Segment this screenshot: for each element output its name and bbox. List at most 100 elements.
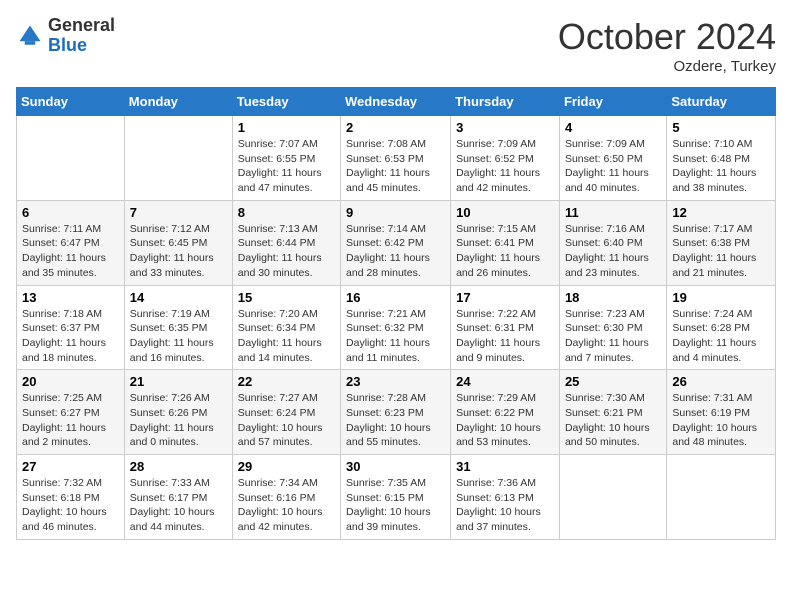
day-number: 20: [22, 374, 119, 389]
calendar-table: Sunday Monday Tuesday Wednesday Thursday…: [16, 87, 776, 540]
day-cell-3-1: 13Sunrise: 7:18 AM Sunset: 6:37 PM Dayli…: [17, 285, 125, 370]
day-number: 24: [456, 374, 554, 389]
day-cell-3-3: 15 Sunrise: 7:20 AM Sunset: 6:34 PM Dayli…: [232, 285, 340, 370]
day-cell-3-7: 19Sunrise: 7:24 AM Sunset: 6:28 PM Dayli…: [667, 285, 776, 370]
day-cell-3-5: 17 Sunrise: 7:22 AM Sunset: 6:31 PM Dayli…: [451, 285, 560, 370]
week-row-3: 13Sunrise: 7:18 AM Sunset: 6:37 PM Dayli…: [17, 285, 776, 370]
day-info: Sunrise: 7:14 AM Sunset: 6:42 PM Dayligh…: [346, 222, 445, 281]
day-info: Sunrise: 7:20 AM Sunset: 6:34 PM Dayligh…: [238, 307, 335, 366]
day-cell-2-4: 9 Sunrise: 7:14 AM Sunset: 6:42 PM Daylig…: [341, 200, 451, 285]
day-info: Sunrise: 7:23 AM Sunset: 6:30 PM Dayligh…: [565, 307, 661, 366]
day-number: 22: [238, 374, 335, 389]
day-info: Sunrise: 7:32 AM Sunset: 6:18 PM Dayligh…: [22, 476, 119, 535]
day-cell-5-7: [667, 455, 776, 540]
day-cell-3-4: 16 Sunrise: 7:21 AM Sunset: 6:32 PM Dayli…: [341, 285, 451, 370]
day-number: 12: [672, 205, 770, 220]
day-info: Sunrise: 7:07 AM Sunset: 6:55 PM Dayligh…: [238, 137, 335, 196]
day-cell-1-1: [17, 116, 125, 201]
logo-general: General: [48, 16, 115, 36]
day-number: 6: [22, 205, 119, 220]
day-info: Sunrise: 7:19 AM Sunset: 6:35 PM Dayligh…: [130, 307, 227, 366]
col-sunday: Sunday: [17, 88, 125, 116]
day-cell-3-6: 18Sunrise: 7:23 AM Sunset: 6:30 PM Dayli…: [559, 285, 666, 370]
day-info: Sunrise: 7:29 AM Sunset: 6:22 PM Dayligh…: [456, 391, 554, 450]
day-cell-5-4: 30 Sunrise: 7:35 AM Sunset: 6:15 PM Dayli…: [341, 455, 451, 540]
logo-icon: [16, 22, 44, 50]
day-cell-2-3: 8Sunrise: 7:13 AM Sunset: 6:44 PM Daylig…: [232, 200, 340, 285]
day-number: 7: [130, 205, 227, 220]
week-row-2: 6 Sunrise: 7:11 AM Sunset: 6:47 PM Daylig…: [17, 200, 776, 285]
page-header: General Blue October 2024 Ozdere, Turkey: [16, 16, 776, 75]
day-number: 30: [346, 459, 445, 474]
day-number: 15: [238, 290, 335, 305]
day-cell-2-1: 6 Sunrise: 7:11 AM Sunset: 6:47 PM Daylig…: [17, 200, 125, 285]
day-cell-5-6: [559, 455, 666, 540]
day-cell-4-3: 22Sunrise: 7:27 AM Sunset: 6:24 PM Dayli…: [232, 370, 340, 455]
day-number: 27: [22, 459, 119, 474]
day-cell-4-4: 23 Sunrise: 7:28 AM Sunset: 6:23 PM Dayli…: [341, 370, 451, 455]
day-number: 5: [672, 120, 770, 135]
day-cell-1-2: [124, 116, 232, 201]
week-row-4: 20 Sunrise: 7:25 AM Sunset: 6:27 PM Dayli…: [17, 370, 776, 455]
day-number: 29: [238, 459, 335, 474]
day-cell-2-6: 11 Sunrise: 7:16 AM Sunset: 6:40 PM Dayli…: [559, 200, 666, 285]
day-info: Sunrise: 7:11 AM Sunset: 6:47 PM Dayligh…: [22, 222, 119, 281]
day-info: Sunrise: 7:34 AM Sunset: 6:16 PM Dayligh…: [238, 476, 335, 535]
day-number: 4: [565, 120, 661, 135]
day-info: Sunrise: 7:15 AM Sunset: 6:41 PM Dayligh…: [456, 222, 554, 281]
day-number: 8: [238, 205, 335, 220]
day-info: Sunrise: 7:12 AM Sunset: 6:45 PM Dayligh…: [130, 222, 227, 281]
day-cell-2-5: 10Sunrise: 7:15 AM Sunset: 6:41 PM Dayli…: [451, 200, 560, 285]
day-cell-4-6: 25Sunrise: 7:30 AM Sunset: 6:21 PM Dayli…: [559, 370, 666, 455]
day-cell-1-7: 5 Sunrise: 7:10 AM Sunset: 6:48 PM Daylig…: [667, 116, 776, 201]
day-info: Sunrise: 7:17 AM Sunset: 6:38 PM Dayligh…: [672, 222, 770, 281]
day-info: Sunrise: 7:21 AM Sunset: 6:32 PM Dayligh…: [346, 307, 445, 366]
day-info: Sunrise: 7:31 AM Sunset: 6:19 PM Dayligh…: [672, 391, 770, 450]
day-info: Sunrise: 7:26 AM Sunset: 6:26 PM Dayligh…: [130, 391, 227, 450]
day-info: Sunrise: 7:10 AM Sunset: 6:48 PM Dayligh…: [672, 137, 770, 196]
day-cell-5-1: 27 Sunrise: 7:32 AM Sunset: 6:18 PM Dayli…: [17, 455, 125, 540]
day-number: 16: [346, 290, 445, 305]
col-wednesday: Wednesday: [341, 88, 451, 116]
day-cell-4-5: 24 Sunrise: 7:29 AM Sunset: 6:22 PM Dayli…: [451, 370, 560, 455]
day-info: Sunrise: 7:16 AM Sunset: 6:40 PM Dayligh…: [565, 222, 661, 281]
location: Ozdere, Turkey: [558, 58, 776, 75]
col-thursday: Thursday: [451, 88, 560, 116]
col-friday: Friday: [559, 88, 666, 116]
day-number: 31: [456, 459, 554, 474]
day-cell-5-5: 31Sunrise: 7:36 AM Sunset: 6:13 PM Dayli…: [451, 455, 560, 540]
day-info: Sunrise: 7:25 AM Sunset: 6:27 PM Dayligh…: [22, 391, 119, 450]
title-block: October 2024 Ozdere, Turkey: [558, 16, 776, 75]
day-number: 11: [565, 205, 661, 220]
day-number: 17: [456, 290, 554, 305]
day-number: 14: [130, 290, 227, 305]
day-cell-2-2: 7 Sunrise: 7:12 AM Sunset: 6:45 PM Daylig…: [124, 200, 232, 285]
day-info: Sunrise: 7:35 AM Sunset: 6:15 PM Dayligh…: [346, 476, 445, 535]
day-number: 3: [456, 120, 554, 135]
day-number: 23: [346, 374, 445, 389]
day-info: Sunrise: 7:30 AM Sunset: 6:21 PM Dayligh…: [565, 391, 661, 450]
day-number: 21: [130, 374, 227, 389]
month-title: October 2024: [558, 16, 776, 58]
day-number: 1: [238, 120, 335, 135]
day-info: Sunrise: 7:33 AM Sunset: 6:17 PM Dayligh…: [130, 476, 227, 535]
day-number: 28: [130, 459, 227, 474]
day-cell-4-2: 21 Sunrise: 7:26 AM Sunset: 6:26 PM Dayli…: [124, 370, 232, 455]
day-number: 13: [22, 290, 119, 305]
logo-blue: Blue: [48, 36, 115, 56]
day-cell-4-1: 20 Sunrise: 7:25 AM Sunset: 6:27 PM Dayli…: [17, 370, 125, 455]
day-cell-1-6: 4Sunrise: 7:09 AM Sunset: 6:50 PM Daylig…: [559, 116, 666, 201]
day-cell-2-7: 12 Sunrise: 7:17 AM Sunset: 6:38 PM Dayli…: [667, 200, 776, 285]
day-info: Sunrise: 7:22 AM Sunset: 6:31 PM Dayligh…: [456, 307, 554, 366]
day-cell-1-5: 3Sunrise: 7:09 AM Sunset: 6:52 PM Daylig…: [451, 116, 560, 201]
day-number: 19: [672, 290, 770, 305]
day-info: Sunrise: 7:28 AM Sunset: 6:23 PM Dayligh…: [346, 391, 445, 450]
day-number: 9: [346, 205, 445, 220]
calendar-header: Sunday Monday Tuesday Wednesday Thursday…: [17, 88, 776, 116]
day-cell-3-2: 14 Sunrise: 7:19 AM Sunset: 6:35 PM Dayli…: [124, 285, 232, 370]
day-cell-1-3: 1 Sunrise: 7:07 AM Sunset: 6:55 PM Daylig…: [232, 116, 340, 201]
logo-text: General Blue: [48, 16, 115, 56]
col-saturday: Saturday: [667, 88, 776, 116]
header-row: Sunday Monday Tuesday Wednesday Thursday…: [17, 88, 776, 116]
day-cell-5-2: 28 Sunrise: 7:33 AM Sunset: 6:17 PM Dayli…: [124, 455, 232, 540]
